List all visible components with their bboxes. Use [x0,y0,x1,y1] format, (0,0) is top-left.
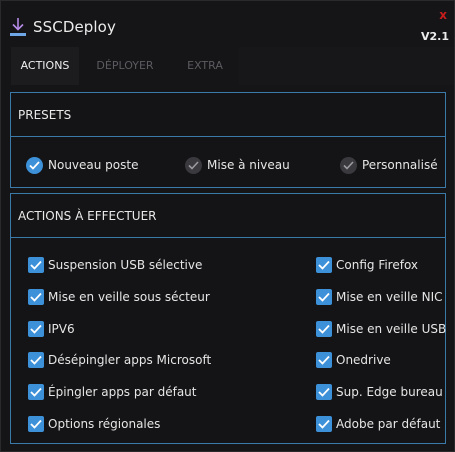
version-label: V2.1 [421,30,449,43]
checkbox-config-firefox[interactable]: Config Firefox [316,256,418,274]
checkmark-icon [316,321,332,337]
checkbox-epingler-apps[interactable]: Épingler apps par défaut [28,383,196,401]
tab-actions[interactable]: ACTIONS [11,47,79,85]
presets-panel: PRESETS Nouveau poste Mise à niveau Pers… [10,92,446,188]
checkbox-label: Suspension USB sélective [48,258,203,272]
checkbox-label: Options régionales [48,417,161,431]
close-button[interactable]: x [439,8,447,22]
checkbox-adobe-par-defaut[interactable]: Adobe par défaut [316,415,440,433]
actions-header: ACTIONS À EFFECTUER [11,194,445,238]
checkbox-mise-en-veille-secteur[interactable]: Mise en veille sous sécteur [28,288,210,306]
preset-mise-a-niveau-radio[interactable]: Mise à niveau [185,156,290,174]
actions-panel: ACTIONS À EFFECTUER Suspension USB sélec… [10,193,446,444]
tab-bar-background [239,47,454,85]
checkmark-icon [316,352,332,368]
preset-nouveau-poste-radio[interactable]: Nouveau poste [26,156,138,174]
preset-label: Nouveau poste [48,158,139,172]
checkbox-label: Config Firefox [336,258,419,272]
checkbox-label: IPV6 [48,322,75,336]
checkbox-label: Mise en veille NIC [336,290,443,304]
checkmark-icon [28,257,44,273]
checkbox-sup-edge-bureau[interactable]: Sup. Edge bureau [316,383,443,401]
radio-unchecked-icon [340,156,357,174]
radio-checked-icon [26,156,43,174]
preset-personnalise-radio[interactable]: Personnalisé [340,156,438,174]
checkbox-label: Sup. Edge bureau [336,385,443,399]
checkmark-icon [28,352,44,368]
checkbox-label: Désépingler apps Microsoft [48,353,212,367]
checkbox-suspension-usb[interactable]: Suspension USB sélective [28,256,202,274]
checkbox-label: Épingler apps par défaut [48,385,197,399]
checkmark-icon [316,384,332,400]
checkmark-icon [28,384,44,400]
checkmark-icon [28,321,44,337]
checkmark-icon [28,289,44,305]
checkmark-icon [316,416,332,432]
checkbox-label: Onedrive [336,353,391,367]
app-title: SSCDeploy [33,18,116,36]
preset-label: Personnalisé [362,158,438,172]
checkmark-icon [28,416,44,432]
app-window: SSCDeploy x V2.1 ACTIONS DÉPLOYER EXTRA … [0,0,455,452]
presets-header: PRESETS [11,93,445,137]
checkbox-label: Adobe par défaut [336,417,441,431]
checkbox-label: Mise en veille sous sécteur [48,290,210,304]
tab-bar: ACTIONS DÉPLOYER EXTRA [1,47,455,85]
checkbox-ipv6[interactable]: IPV6 [28,320,75,338]
checkmark-icon [316,257,332,273]
checkbox-onedrive[interactable]: Onedrive [316,351,391,369]
tab-extra[interactable]: EXTRA [171,47,239,85]
checkbox-mise-en-veille-usb[interactable]: Mise en veille USB [316,320,446,338]
checkbox-label: Mise en veille USB [336,322,447,336]
preset-label: Mise à niveau [207,158,290,172]
checkmark-icon [316,289,332,305]
tab-deployer[interactable]: DÉPLOYER [89,47,161,85]
download-icon [8,17,28,39]
checkbox-desepingler-apps[interactable]: Désépingler apps Microsoft [28,351,211,369]
radio-unchecked-icon [185,156,202,174]
checkbox-mise-en-veille-nic[interactable]: Mise en veille NIC [316,288,443,306]
checkbox-options-regionales[interactable]: Options régionales [28,415,160,433]
title-bar[interactable]: SSCDeploy x V2.1 [1,1,455,47]
